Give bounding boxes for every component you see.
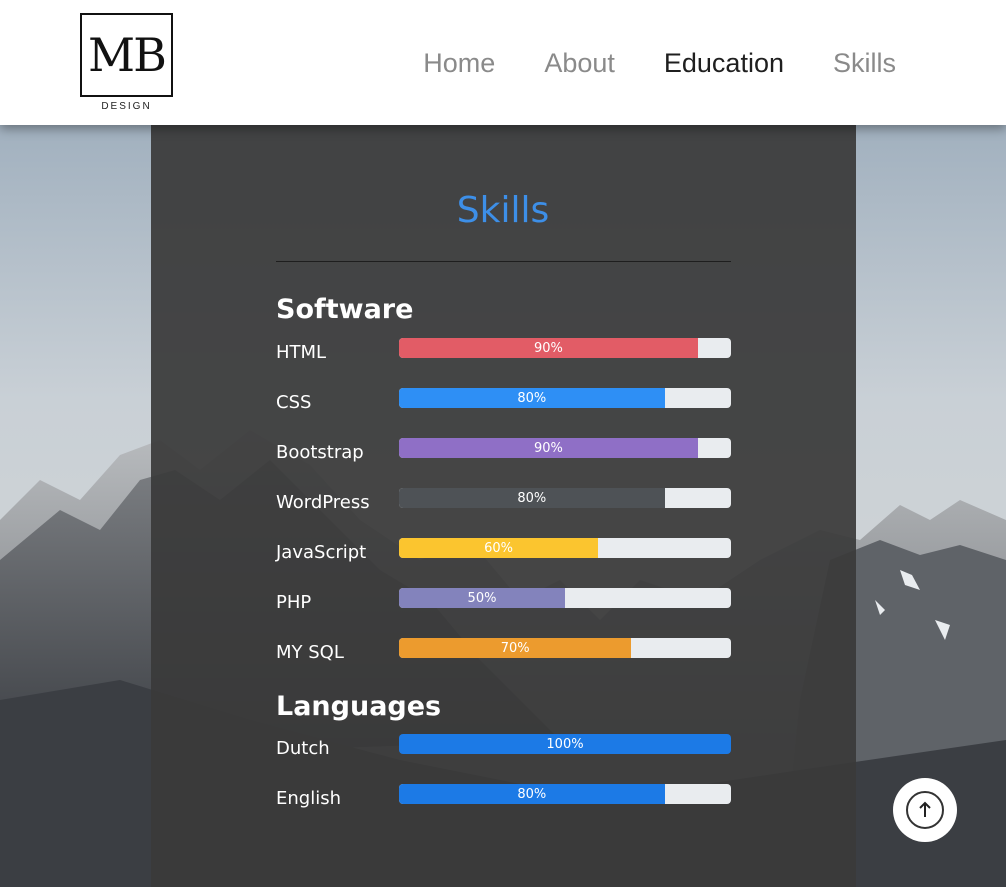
skill-row-javascript: JavaScript 60% bbox=[276, 538, 731, 570]
skill-row-dutch: Dutch 100% bbox=[276, 734, 731, 766]
nav-skills[interactable]: Skills bbox=[833, 48, 896, 79]
progress-fill: 70% bbox=[399, 638, 632, 658]
skills-title: Skills bbox=[456, 190, 550, 231]
scroll-to-top-button[interactable] bbox=[893, 778, 957, 842]
skill-label: English bbox=[276, 788, 341, 809]
skill-label: HTML bbox=[276, 342, 327, 363]
skill-label: Bootstrap bbox=[276, 442, 364, 463]
progress-bar: 50% bbox=[399, 588, 731, 608]
progress-bar: 80% bbox=[399, 488, 731, 508]
skill-row-mysql: MY SQL 70% bbox=[276, 638, 731, 670]
languages-heading: Languages bbox=[276, 691, 442, 722]
progress-fill: 80% bbox=[399, 488, 665, 508]
progress-bar: 90% bbox=[399, 438, 731, 458]
progress-fill: 80% bbox=[399, 388, 665, 408]
progress-bar: 60% bbox=[399, 538, 731, 558]
main-menu: Home About Education Skills bbox=[423, 48, 896, 79]
skill-row-html: HTML 90% bbox=[276, 338, 731, 370]
skill-label: MY SQL bbox=[276, 642, 344, 663]
skill-label: PHP bbox=[276, 592, 312, 613]
arrow-up-icon bbox=[906, 791, 944, 829]
skill-label: CSS bbox=[276, 392, 312, 413]
progress-bar: 100% bbox=[399, 734, 731, 754]
nav-home[interactable]: Home bbox=[423, 48, 495, 79]
title-divider bbox=[276, 261, 731, 262]
skill-row-english: English 80% bbox=[276, 784, 731, 816]
progress-fill: 60% bbox=[399, 538, 599, 558]
progress-bar: 80% bbox=[399, 784, 731, 804]
skill-row-php: PHP 50% bbox=[276, 588, 731, 620]
skill-row-bootstrap: Bootstrap 90% bbox=[276, 438, 731, 470]
skill-row-css: CSS 80% bbox=[276, 388, 731, 420]
logo-letters: MB bbox=[88, 28, 167, 82]
logo-subtitle: DESIGN bbox=[101, 101, 152, 112]
progress-bar: 80% bbox=[399, 388, 731, 408]
progress-fill: 80% bbox=[399, 784, 665, 804]
skill-label: WordPress bbox=[276, 492, 370, 513]
skill-label: Dutch bbox=[276, 738, 330, 759]
progress-fill: 90% bbox=[399, 338, 698, 358]
nav-education[interactable]: Education bbox=[664, 48, 784, 79]
progress-fill: 90% bbox=[399, 438, 698, 458]
progress-bar: 70% bbox=[399, 638, 731, 658]
skill-label: JavaScript bbox=[276, 542, 367, 563]
skill-row-wordpress: WordPress 80% bbox=[276, 488, 731, 520]
progress-bar: 90% bbox=[399, 338, 731, 358]
navbar: MB DESIGN Home About Education Skills bbox=[0, 0, 1006, 125]
software-heading: Software bbox=[276, 294, 414, 325]
nav-about[interactable]: About bbox=[544, 48, 615, 79]
logo[interactable]: MB bbox=[80, 13, 173, 97]
progress-fill: 50% bbox=[399, 588, 565, 608]
progress-fill: 100% bbox=[399, 734, 731, 754]
